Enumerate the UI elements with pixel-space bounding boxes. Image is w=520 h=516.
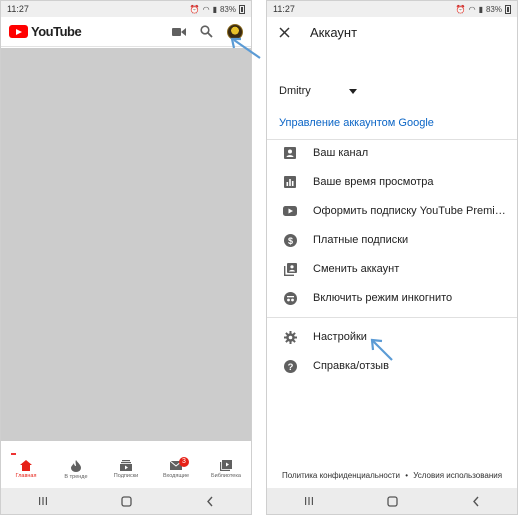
back-icon[interactable] (206, 496, 214, 507)
page-title: Аккаунт (310, 24, 358, 40)
status-time: 11:27 (273, 4, 295, 14)
progress-indicator (11, 453, 16, 455)
privacy-policy-link[interactable]: Политика конфиденциальности (282, 471, 400, 480)
menu-item-help-feedback[interactable]: ? Справка/отзыв (283, 356, 517, 376)
home-icon (20, 460, 32, 471)
youtube-play-icon (9, 25, 28, 38)
nav-subscriptions[interactable]: Подписки (102, 460, 150, 479)
status-icons: ⏰ ◠ ▮ 83% (189, 4, 245, 14)
phone-screen-home: 11:27 ⏰ ◠ ▮ 83% YouTube Главная В тренде… (0, 0, 252, 515)
menu-label: Ваш канал (313, 147, 369, 159)
content-placeholder (1, 48, 251, 441)
account-username: Dmitry (279, 85, 311, 97)
back-icon[interactable] (472, 496, 480, 507)
menu-label: Включить режим инкогнито (313, 292, 453, 304)
nav-label: Входящие (162, 473, 190, 479)
recent-apps-icon[interactable] (304, 496, 314, 506)
menu-item-switch-account[interactable]: Сменить аккаунт (283, 259, 517, 279)
help-icon: ? (283, 359, 297, 373)
menu-label: Сменить аккаунт (313, 263, 400, 275)
status-battery: 83% (485, 4, 502, 14)
divider (267, 139, 517, 140)
channel-icon (283, 146, 297, 160)
account-switcher[interactable]: Dmitry (279, 85, 357, 97)
camera-icon[interactable] (172, 27, 186, 37)
alarm-icon: ⏰ (455, 4, 466, 14)
youtube-logo-text: YouTube (31, 24, 82, 39)
nav-label: В тренде (64, 474, 88, 480)
inbox-badge: 3 (179, 457, 189, 467)
status-bar: 11:27 ⏰ ◠ ▮ 83% (1, 1, 251, 17)
switch-account-icon (283, 262, 297, 276)
menu-item-watch-time[interactable]: Ваше время просмотра (283, 172, 517, 192)
wifi-icon: ◠ (468, 4, 476, 14)
incognito-icon (283, 291, 297, 305)
menu-label: Оформить подписку YouTube Premi… (313, 205, 506, 217)
youtube-premium-icon (283, 204, 297, 218)
nav-library[interactable]: Библиотека (202, 460, 250, 479)
status-time: 11:27 (7, 4, 29, 14)
status-bar: 11:27 ⏰ ◠ ▮ 83% (267, 1, 517, 17)
menu-item-paid-subscriptions[interactable]: $ Платные подписки (283, 230, 517, 250)
library-icon (220, 460, 232, 471)
watch-time-icon (283, 175, 297, 189)
footer-separator: • (405, 471, 409, 480)
status-icons: ⏰ ◠ ▮ 83% (455, 4, 511, 14)
phone-screen-account: 11:27 ⏰ ◠ ▮ 83% Аккаунт Dmitry Управлени… (266, 0, 518, 515)
nav-inbox[interactable]: 3 Входящие (152, 457, 200, 479)
system-navigation-bar (267, 488, 517, 514)
account-header: Аккаунт (267, 17, 517, 47)
nav-label: Главная (15, 473, 37, 479)
search-icon[interactable] (200, 25, 213, 38)
signal-icon: ▮ (212, 4, 217, 14)
signal-icon: ▮ (478, 4, 483, 14)
menu-item-settings[interactable]: Настройки (283, 327, 517, 347)
battery-icon (239, 4, 245, 14)
menu-label: Ваше время просмотра (313, 176, 434, 188)
footer-links: Политика конфиденциальности • Условия ис… (267, 471, 517, 480)
recent-apps-icon[interactable] (38, 496, 48, 506)
terms-of-service-link[interactable]: Условия использования (413, 471, 502, 480)
caret-down-icon (348, 88, 357, 94)
menu-label: Настройки (313, 331, 367, 343)
menu-label: Платные подписки (313, 234, 409, 246)
annotation-arrow-avatar (230, 37, 261, 59)
system-navigation-bar (1, 488, 251, 514)
divider (267, 317, 517, 318)
alarm-icon: ⏰ (189, 4, 200, 14)
manage-google-account-link[interactable]: Управление аккаунтом Google (279, 117, 434, 129)
status-battery: 83% (219, 4, 236, 14)
svg-text:$: $ (287, 235, 292, 245)
menu-item-incognito[interactable]: Включить режим инкогнито (283, 288, 517, 308)
home-button-icon[interactable] (121, 495, 133, 507)
bottom-navigation: Главная В тренде Подписки 3 Входящие Биб… (1, 456, 251, 488)
nav-label: Библиотека (211, 473, 241, 479)
subscriptions-icon (120, 460, 132, 471)
close-icon[interactable] (279, 26, 290, 38)
menu-item-your-channel[interactable]: Ваш канал (283, 143, 517, 163)
nav-trending[interactable]: В тренде (52, 460, 100, 480)
menu-item-youtube-premium[interactable]: Оформить подписку YouTube Premi… (283, 201, 517, 221)
youtube-header: YouTube (1, 17, 251, 47)
paid-subscriptions-icon: $ (283, 233, 297, 247)
wifi-icon: ◠ (202, 4, 210, 14)
home-button-icon[interactable] (387, 495, 399, 507)
settings-icon (283, 330, 297, 344)
youtube-logo[interactable]: YouTube (9, 24, 82, 39)
nav-label: Подписки (113, 473, 139, 479)
trending-icon (71, 460, 81, 472)
battery-icon (505, 4, 511, 14)
annotation-arrow-settings (370, 338, 393, 361)
svg-text:?: ? (287, 362, 293, 373)
nav-home[interactable]: Главная (2, 460, 50, 479)
